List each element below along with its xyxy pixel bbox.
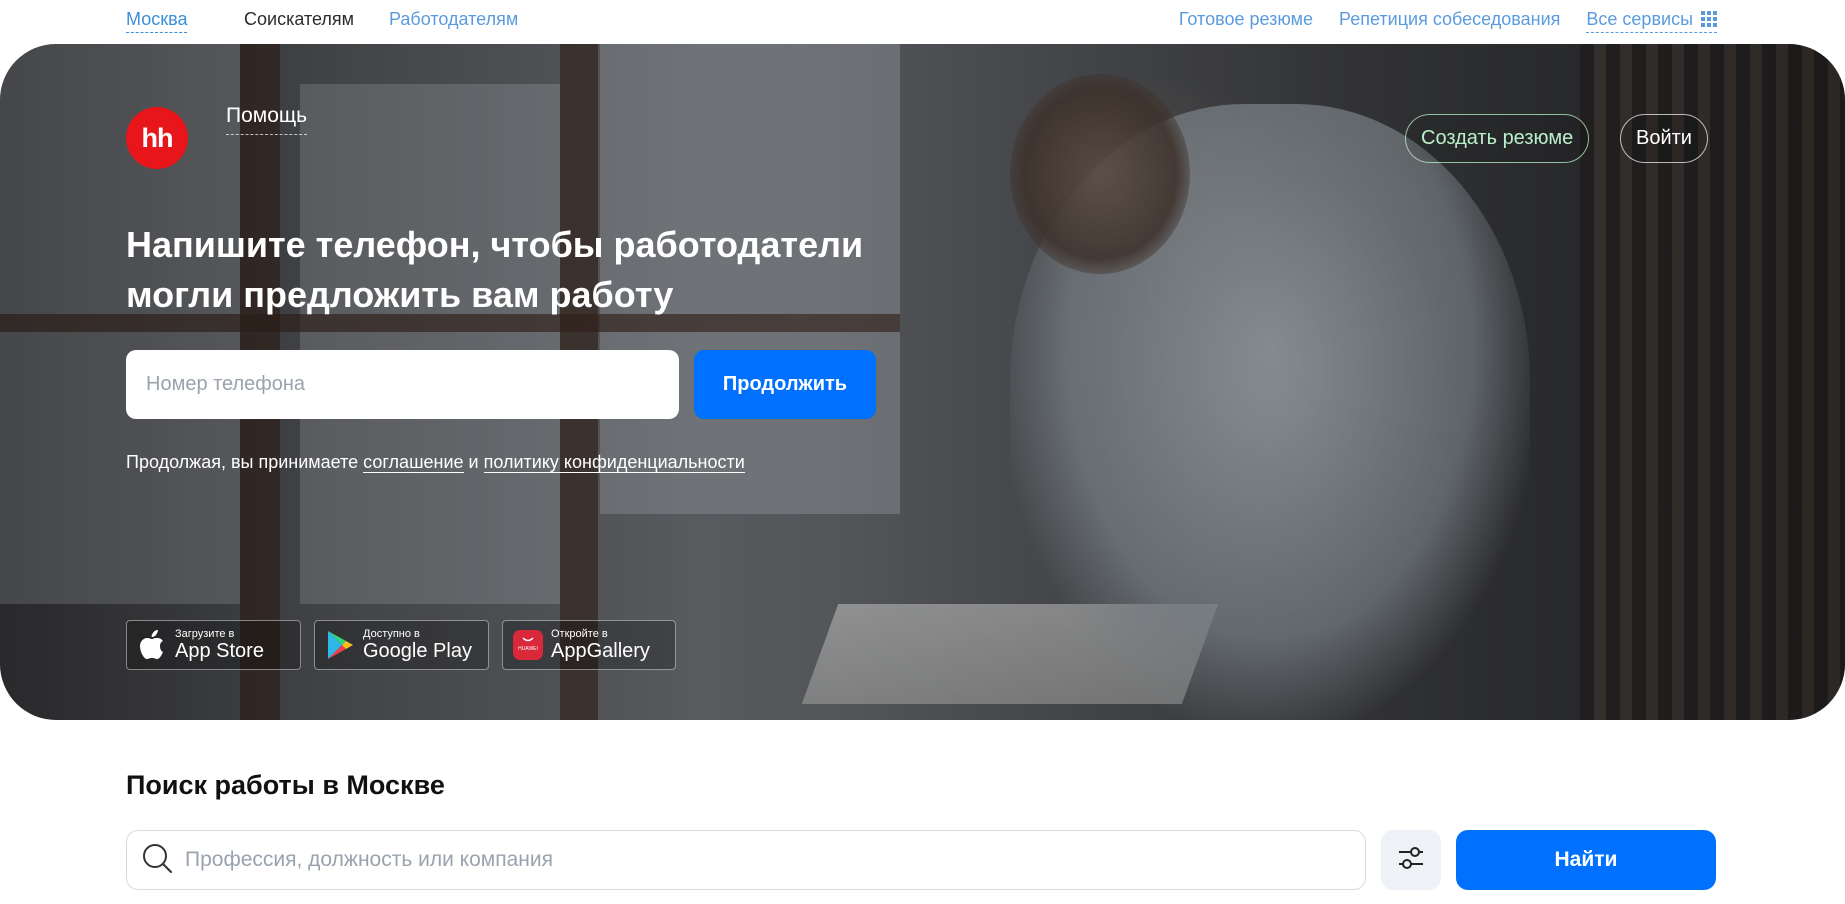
app-store-small: Загрузите в [175, 628, 235, 640]
huawei-appgallery-icon: HUAWEI [513, 630, 543, 660]
app-store-badge[interactable]: Загрузите в App Store [126, 620, 301, 670]
headline-line-2: могли предложить вам работу [126, 274, 674, 315]
consent-prefix: Продолжая, вы принимаете [126, 452, 359, 472]
headline-line-1: Напишите телефон, чтобы работодатели [126, 224, 864, 265]
nav-seekers[interactable]: Соискателям [244, 8, 354, 30]
appgallery-big: AppGallery [551, 640, 650, 662]
consent-and: и [468, 452, 479, 472]
agreement-link[interactable]: соглашение [363, 452, 464, 473]
apple-icon [137, 630, 167, 660]
huawei-badge-text: HUAWEI [518, 646, 538, 652]
hero-headline: Напишите телефон, чтобы работодатели мог… [126, 220, 886, 320]
appgallery-small: Откройте в [551, 628, 608, 640]
consent-text: Продолжая, вы принимаете соглашение и по… [126, 452, 745, 473]
create-resume-button[interactable]: Создать резюме [1405, 114, 1590, 163]
nav-employers[interactable]: Работодателям [389, 8, 518, 30]
grid-icon [1701, 11, 1717, 27]
sliders-icon [1397, 845, 1425, 876]
all-services-link[interactable]: Все сервисы [1586, 8, 1717, 33]
interview-rehearsal-link[interactable]: Репетиция собеседования [1339, 8, 1560, 33]
hh-logo[interactable]: hh [126, 107, 188, 169]
city-selector[interactable]: Москва [126, 8, 188, 33]
continue-button[interactable]: Продолжить [694, 350, 876, 419]
search-input[interactable]: Профессия, должность или компания [126, 830, 1366, 890]
help-link[interactable]: Помощь [226, 104, 308, 135]
search-title: Поиск работы в Москве [126, 770, 445, 800]
google-play-icon [325, 630, 355, 660]
all-services-label: Все сервисы [1586, 9, 1693, 29]
privacy-policy-link[interactable]: политику конфиденциальности [483, 452, 745, 473]
appgallery-badge[interactable]: HUAWEI Откройте в AppGallery [502, 620, 676, 670]
phone-placeholder: Номер телефона [146, 373, 306, 395]
ready-resume-link[interactable]: Готовое резюме [1179, 8, 1313, 33]
login-button[interactable]: Войти [1620, 114, 1708, 163]
google-play-big: Google Play [363, 640, 472, 662]
hero-banner: hh Помощь Создать резюме Войти Напишите … [0, 44, 1845, 720]
phone-input[interactable]: Номер телефона [126, 350, 679, 419]
search-placeholder: Профессия, должность или компания [185, 848, 553, 871]
filters-button[interactable] [1381, 830, 1441, 890]
app-store-big: App Store [175, 640, 264, 662]
google-play-small: Доступно в [363, 628, 420, 640]
find-button[interactable]: Найти [1456, 830, 1716, 890]
top-right-links: Готовое резюме Репетиция собеседования В… [1179, 8, 1717, 33]
search-icon [141, 842, 173, 879]
google-play-badge[interactable]: Доступно в Google Play [314, 620, 489, 670]
top-bar: Москва Соискателям Работодателям Готовое… [0, 0, 1845, 44]
